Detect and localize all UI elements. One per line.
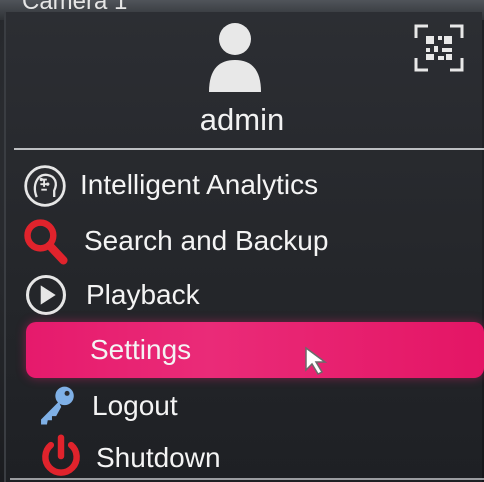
menu-item-logout[interactable]: Logout [10,380,484,430]
menu-label-intelligent-analytics: Intelligent Analytics [80,169,319,200]
screen: Camera 1 admin Intelligent Analytics Sea… [0,0,484,482]
power-icon [42,434,80,476]
menu-item-shutdown[interactable]: Shutdown [10,432,484,482]
brain-head-icon [24,165,66,207]
menu-label-search-and-backup: Search and Backup [84,225,329,256]
menu-label-logout: Logout [92,390,178,421]
menu-label-settings: Settings [90,334,192,365]
username: admin [199,102,285,137]
menu-item-playback[interactable]: Playback [10,270,484,320]
mouse-cursor-icon [305,346,328,375]
menu-item-intelligent-analytics[interactable]: Intelligent Analytics [10,160,484,210]
menu-item-search-and-backup[interactable]: Search and Backup [10,215,484,265]
menu-label-playback: Playback [86,279,200,310]
bottom-divider [10,478,484,480]
play-circle-icon [25,274,67,316]
header-divider [14,148,484,150]
key-icon [41,386,74,425]
qr-code-icon[interactable] [414,24,464,72]
magnifier-icon [24,219,68,265]
user-avatar-icon [209,23,261,92]
menu-label-shutdown: Shutdown [96,442,221,473]
